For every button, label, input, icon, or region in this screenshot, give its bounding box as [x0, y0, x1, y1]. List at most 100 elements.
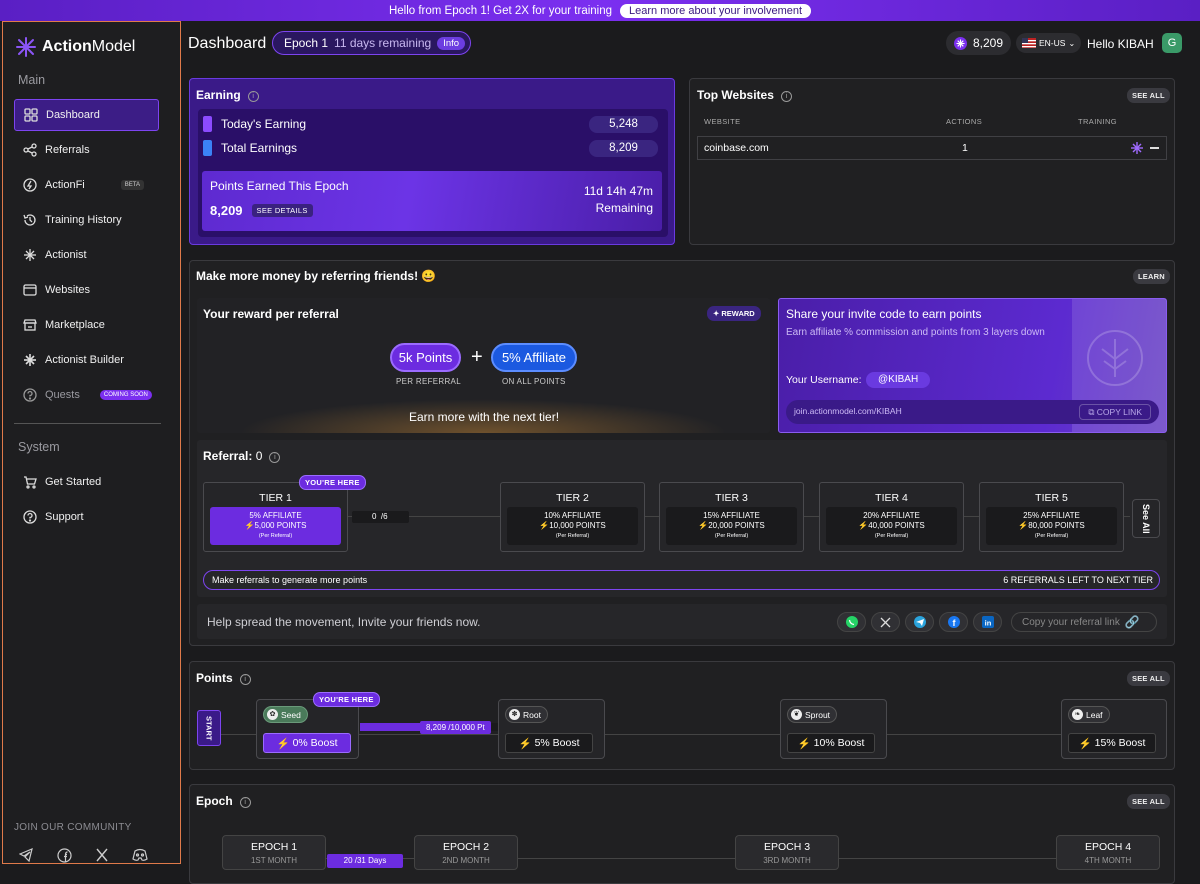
- learn-button[interactable]: LEARN: [1133, 269, 1170, 284]
- stage-seed[interactable]: ✿ Seed ⚡ 0% Boost: [256, 699, 359, 759]
- actions-cell: 1: [962, 142, 968, 154]
- top-websites-see-all-button[interactable]: SEE ALL: [1127, 88, 1170, 103]
- sidebar-item-dashboard[interactable]: Dashboard: [14, 99, 159, 131]
- info-icon[interactable]: i: [247, 91, 259, 102]
- language-selector[interactable]: EN-US ⌄: [1016, 33, 1082, 53]
- epoch-node[interactable]: EPOCH 4 4TH MONTH: [1056, 835, 1160, 870]
- epoch-name: EPOCH 3: [763, 841, 811, 853]
- beta-badge: BETA: [120, 180, 144, 190]
- tier-name: TIER 5: [1035, 492, 1068, 504]
- share-icon: [23, 143, 37, 157]
- browser-icon: [23, 284, 37, 296]
- copy-referral-link-button[interactable]: Copy your referral link 🔗: [1011, 612, 1157, 632]
- tier-card[interactable]: TIER 3 15% AFFILIATE ⚡20,000 POINTS (Per R…: [659, 482, 804, 552]
- tiers-see-all-button[interactable]: See All: [1132, 499, 1160, 538]
- epoch-see-all-button[interactable]: SEE ALL: [1127, 794, 1170, 809]
- stage-tag: ❧ Leaf: [1068, 706, 1110, 723]
- info-icon[interactable]: i: [269, 452, 281, 463]
- points-see-all-button[interactable]: SEE ALL: [1127, 671, 1170, 686]
- epoch-name: EPOCH 4: [1084, 841, 1132, 853]
- facebook-share-icon[interactable]: f: [939, 612, 968, 632]
- sidebar-item-actionfi[interactable]: ActionFi BETA: [14, 169, 159, 201]
- username-value: @KIBAH: [866, 372, 931, 388]
- tier-card[interactable]: TIER 2 10% AFFILIATE ⚡10,000 POINTS (Per R…: [500, 482, 645, 552]
- reward-badge: ✦ REWARD: [707, 306, 761, 321]
- start-label: START: [204, 715, 214, 741]
- referral-progress-bar: 0 /6: [352, 511, 409, 523]
- info-icon[interactable]: i: [239, 674, 251, 685]
- history-icon: [23, 214, 36, 226]
- brand-logo[interactable]: ActionModel: [15, 36, 135, 58]
- epoch-node[interactable]: EPOCH 1 1ST MONTH: [222, 835, 326, 870]
- copy-link-button[interactable]: ⧉ COPY LINK: [1079, 404, 1151, 420]
- see-details-button[interactable]: SEE DETAILS: [251, 204, 313, 217]
- facebook-icon[interactable]: [52, 844, 76, 866]
- points-balance[interactable]: 8,209: [946, 31, 1012, 55]
- stage-leaf[interactable]: ❧ Leaf ⚡ 15% Boost: [1061, 699, 1167, 759]
- training-logo-icon: [1131, 142, 1143, 154]
- epoch-node[interactable]: EPOCH 3 3RD MONTH: [735, 835, 839, 870]
- hint-text: Make referrals to generate more points: [212, 575, 368, 585]
- today-earning-row: Today's Earning 5,248: [203, 115, 658, 133]
- telegram-share-icon[interactable]: [905, 612, 934, 632]
- x-twitter-icon[interactable]: [90, 844, 114, 866]
- table-row[interactable]: coinbase.com 1: [697, 136, 1167, 160]
- epoch-info-button[interactable]: Info: [437, 36, 466, 50]
- sidebar-item-websites[interactable]: Websites: [14, 274, 159, 306]
- sidebar-divider: [14, 423, 161, 424]
- info-icon[interactable]: i: [239, 797, 251, 808]
- points-value: 8,209: [973, 36, 1004, 50]
- sidebar-item-actionist[interactable]: Actionist: [14, 239, 159, 271]
- whatsapp-icon[interactable]: [837, 612, 866, 632]
- epoch-remaining: 11 days remaining: [334, 36, 432, 50]
- tier-card[interactable]: TIER 4 20% AFFILIATE ⚡40,000 POINTS (Per R…: [819, 482, 964, 552]
- stage-boost: ⚡ 15% Boost: [1068, 733, 1156, 753]
- sidebar-item-get-started[interactable]: Get Started: [14, 466, 159, 498]
- info-icon[interactable]: i: [780, 91, 792, 102]
- top-websites-card: [689, 78, 1175, 245]
- sidebar-item-label: Get Started: [45, 476, 102, 488]
- coming-soon-badge: COMING SOON: [99, 390, 152, 400]
- epoch-pill[interactable]: Epoch 1 11 days remaining Info: [272, 31, 472, 55]
- cart-icon: [24, 476, 37, 489]
- system-section-label: System: [18, 440, 60, 454]
- brand-name: ActionModel: [42, 38, 136, 55]
- today-earning-label: Today's Earning: [221, 117, 307, 131]
- sidebar-item-quests[interactable]: Quests COMING SOON: [14, 379, 159, 411]
- linkedin-share-icon[interactable]: in: [973, 612, 1002, 632]
- main-section-label: Main: [18, 73, 46, 87]
- sidebar-item-training-history[interactable]: Training History: [14, 204, 159, 236]
- link-icon: 🔗: [1124, 615, 1140, 629]
- sidebar-item-actionist-builder[interactable]: Actionist Builder: [14, 344, 159, 376]
- tier-card[interactable]: TIER 1 5% AFFILIATE ⚡5,000 POINTS (Per Ref…: [203, 482, 348, 552]
- referral-progress-text: 0 /6: [372, 512, 388, 521]
- reward-title: Your reward per referral: [203, 307, 339, 321]
- epoch-node[interactable]: EPOCH 2 2ND MONTH: [414, 835, 518, 870]
- us-flag-icon: [1022, 38, 1036, 48]
- points-title: Points i: [196, 671, 251, 685]
- sidebar-item-label: Dashboard: [46, 109, 100, 121]
- spread-message: Help spread the movement, Invite your fr…: [207, 615, 481, 629]
- learn-more-button[interactable]: Learn more about your involvement: [620, 3, 812, 18]
- you-are-here-badge: YOU'RE HERE: [313, 692, 380, 707]
- sidebar-item-marketplace[interactable]: Marketplace: [14, 309, 159, 341]
- greeting: Hello KIBAH: [1087, 37, 1154, 51]
- stage-boost: ⚡ 10% Boost: [787, 733, 875, 753]
- telegram-icon[interactable]: [14, 844, 38, 866]
- stage-root[interactable]: ✽ Root ⚡ 5% Boost: [498, 699, 605, 759]
- x-share-icon[interactable]: [871, 612, 900, 632]
- gift-icon: ✦: [713, 309, 720, 318]
- invite-link-field[interactable]: join.actionmodel.com/KIBAH ⧉ COPY LINK: [786, 400, 1159, 424]
- avatar[interactable]: G: [1162, 33, 1182, 53]
- stage-sprout[interactable]: ❦ Sprout ⚡ 10% Boost: [780, 699, 887, 759]
- discord-icon[interactable]: [128, 844, 152, 866]
- sidebar-item-support[interactable]: Support: [14, 501, 159, 533]
- sidebar-item-label: Actionist: [45, 249, 87, 261]
- earning-card: Earning i Today's Earning 5,248 Total Ear…: [189, 78, 675, 245]
- tier-card[interactable]: TIER 5 25% AFFILIATE ⚡80,000 POINTS (Per R…: [979, 482, 1124, 552]
- sidebar-item-label: Training History: [45, 214, 122, 226]
- sidebar-item-referrals[interactable]: Referrals: [14, 134, 159, 166]
- share-description: Earn affiliate % commission and points f…: [786, 327, 1045, 338]
- sidebar-item-label: Actionist Builder: [45, 354, 124, 366]
- username-label: Your Username:: [786, 374, 862, 386]
